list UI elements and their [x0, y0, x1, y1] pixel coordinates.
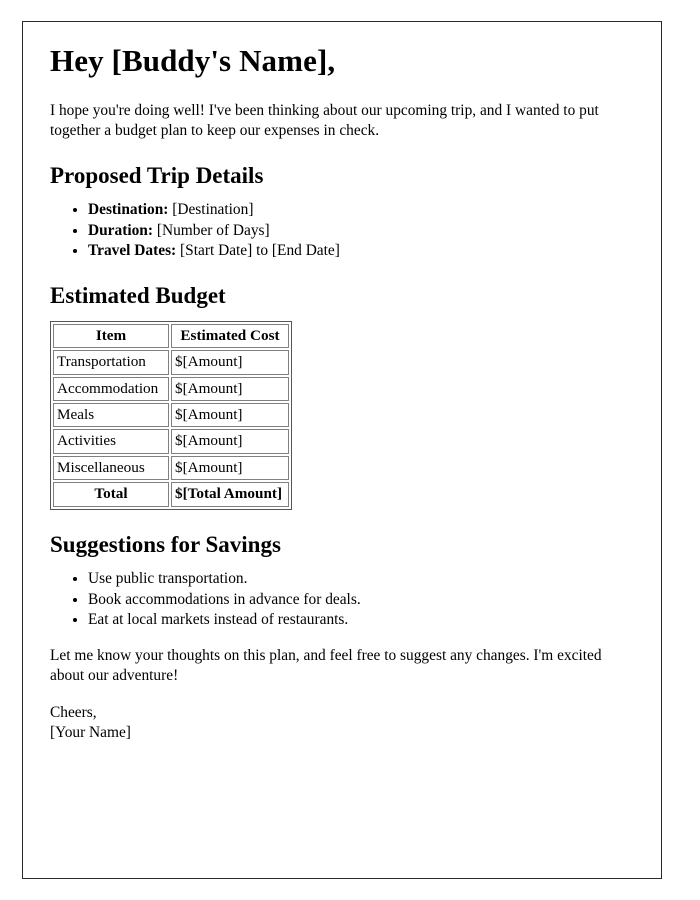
trip-detail-label-travel-dates: Travel Dates:: [88, 241, 177, 259]
table-row-total: Total $[Total Amount]: [53, 482, 289, 507]
trip-detail-label-duration: Duration:: [88, 221, 153, 239]
table-row: Miscellaneous $[Amount]: [53, 455, 289, 481]
table-row: Meals $[Amount]: [53, 402, 289, 428]
cell-item-meals: Meals: [53, 402, 169, 428]
trip-detail-label-destination: Destination:: [88, 201, 169, 219]
list-item: Travel Dates: [Start Date] to [End Date]: [88, 241, 635, 261]
cell-cost-miscellaneous: $[Amount]: [171, 455, 289, 481]
list-item: Eat at local markets instead of restaura…: [88, 610, 635, 630]
intro-paragraph: I hope you're doing well! I've been thin…: [50, 101, 599, 139]
list-item: Use public transportation.: [88, 569, 635, 589]
budget-table-head: Item Estimated Cost: [53, 323, 289, 349]
document-body: Hey [Buddy's Name], I hope you're doing …: [23, 22, 661, 743]
section-heading-suggestions-for-savings: Suggestions for Savings: [50, 531, 281, 557]
cell-item-activities: Activities: [53, 429, 169, 454]
cell-cost-accommodation: $[Amount]: [171, 376, 289, 401]
table-row: Activities $[Amount]: [53, 429, 289, 454]
table-header-row: Item Estimated Cost: [53, 323, 289, 349]
page-title: Hey [Buddy's Name],: [50, 43, 336, 78]
budget-table-body: Transportation $[Amount] Accommodation $…: [53, 350, 289, 507]
list-item: Duration: [Number of Days]: [88, 221, 635, 241]
savings-list: Use public transportation. Book accommod…: [50, 569, 635, 630]
trip-detail-value-duration: [Number of Days]: [156, 221, 270, 239]
closing-block: Let me know your thoughts on this plan, …: [50, 646, 635, 686]
cell-cost-activities: $[Amount]: [171, 429, 289, 454]
list-item: Book accommodations in advance for deals…: [88, 590, 635, 610]
table-row: Transportation $[Amount]: [53, 350, 289, 375]
signature-salutation: Cheers,: [50, 704, 97, 722]
cell-item-accommodation: Accommodation: [53, 376, 169, 401]
closing-paragraph: Let me know your thoughts on this plan, …: [50, 647, 602, 685]
budget-table: Item Estimated Cost Transportation $[Amo…: [50, 320, 292, 510]
trip-detail-value-travel-dates: [Start Date] to [End Date]: [180, 241, 340, 259]
section-heading-estimated-budget: Estimated Budget: [50, 283, 226, 309]
trip-detail-value-destination: [Destination]: [172, 201, 254, 219]
signature-block: Cheers, [Your Name]: [50, 703, 635, 743]
list-item: Destination: [Destination]: [88, 200, 635, 220]
document-page: Hey [Buddy's Name], I hope you're doing …: [22, 21, 662, 879]
cell-item-total: Total: [53, 482, 169, 507]
trip-details-list: Destination: [Destination] Duration: [Nu…: [50, 200, 635, 261]
cell-cost-total: $[Total Amount]: [171, 482, 289, 507]
cell-item-transportation: Transportation: [53, 350, 169, 375]
cell-cost-transportation: $[Amount]: [171, 350, 289, 375]
section-heading-trip-details: Proposed Trip Details: [50, 162, 264, 188]
signature-name: [Your Name]: [50, 724, 131, 742]
table-row: Accommodation $[Amount]: [53, 376, 289, 401]
column-header-item: Item: [53, 323, 169, 349]
cell-item-miscellaneous: Miscellaneous: [53, 455, 169, 481]
column-header-estimated-cost: Estimated Cost: [171, 323, 289, 349]
cell-cost-meals: $[Amount]: [171, 402, 289, 428]
